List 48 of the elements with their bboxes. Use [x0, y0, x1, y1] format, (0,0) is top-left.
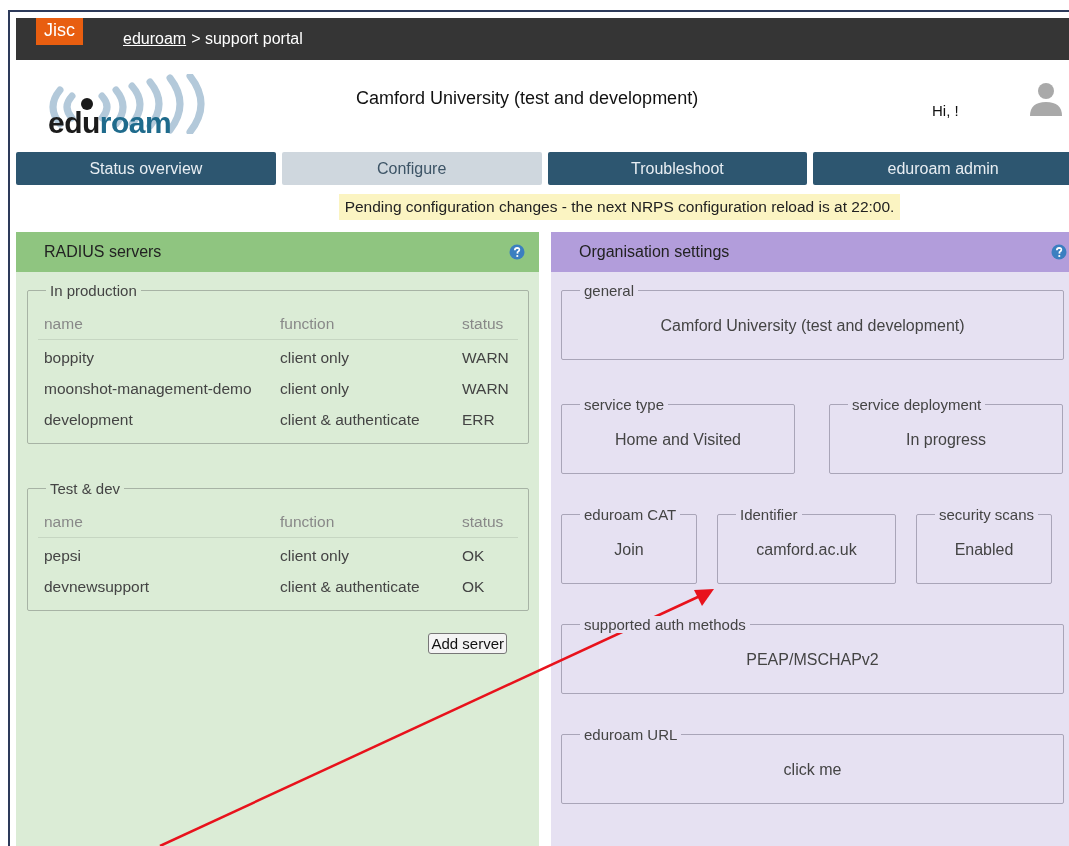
jisc-logo: Jisc	[36, 18, 83, 45]
nav-tab[interactable]: Configure	[281, 152, 542, 185]
breadcrumb-text: > support portal	[191, 30, 303, 48]
column-header: status	[456, 301, 518, 340]
setting-value: Home and Visited	[614, 431, 742, 449]
panel-title: Organisation settings	[579, 243, 730, 261]
server-function: client & authenticate	[279, 410, 421, 430]
breadcrumb-link[interactable]: eduroam	[123, 30, 187, 48]
user-icon[interactable]	[1028, 82, 1064, 116]
help-icon[interactable]	[1051, 244, 1067, 260]
column-header: function	[274, 301, 456, 340]
server-function: client & authenticate	[279, 577, 421, 597]
setting-value: PEAP/MSCHAPv2	[745, 651, 880, 669]
server-status: OK	[461, 577, 486, 597]
greeting: Hi, !	[932, 102, 959, 119]
server-function: client only	[279, 379, 350, 399]
server-status: OK	[456, 537, 518, 569]
nav-tab[interactable]: Status overview	[16, 152, 276, 185]
nav-tab[interactable]: eduroam admin	[813, 152, 1069, 185]
nav-tab[interactable]: Troubleshoot	[547, 152, 808, 185]
server-status: WARN	[461, 379, 510, 399]
eduroam-logo: eduroam	[42, 74, 222, 138]
setting-value: Camford University (test and development)	[659, 317, 966, 335]
server-name: devnewsupport	[43, 577, 151, 597]
server-function: client only	[274, 537, 456, 569]
column-header: function	[274, 499, 456, 538]
server-name: boppity	[38, 339, 274, 371]
column-header: name	[38, 499, 274, 538]
panel-title: RADIUS servers	[44, 243, 162, 261]
group-legend: In production	[46, 282, 141, 299]
server-status: WARN	[456, 339, 518, 371]
setting-value: Enabled	[953, 541, 1015, 559]
server-name: development	[43, 410, 134, 430]
add-server-button[interactable]: Add server	[428, 633, 507, 654]
setting-value: Join	[613, 541, 645, 559]
pending-notice: Pending configuration changes - the next NRPS configuration reload is at 22:00.	[338, 194, 901, 220]
group-legend: Test & dev	[46, 480, 125, 497]
organisation-title: Camford University (test and development)	[356, 88, 699, 109]
setting-value: click me	[782, 761, 843, 779]
setting-value: In progress	[904, 431, 987, 449]
server-function: client only	[274, 339, 456, 371]
setting-value: camford.ac.uk	[755, 541, 858, 559]
server-name: pepsi	[38, 537, 274, 569]
server-status: ERR	[461, 410, 496, 430]
server-name: moonshot-management-demo	[43, 379, 253, 399]
column-header: status	[456, 499, 518, 538]
help-icon[interactable]	[509, 244, 525, 260]
column-header: name	[38, 301, 274, 340]
